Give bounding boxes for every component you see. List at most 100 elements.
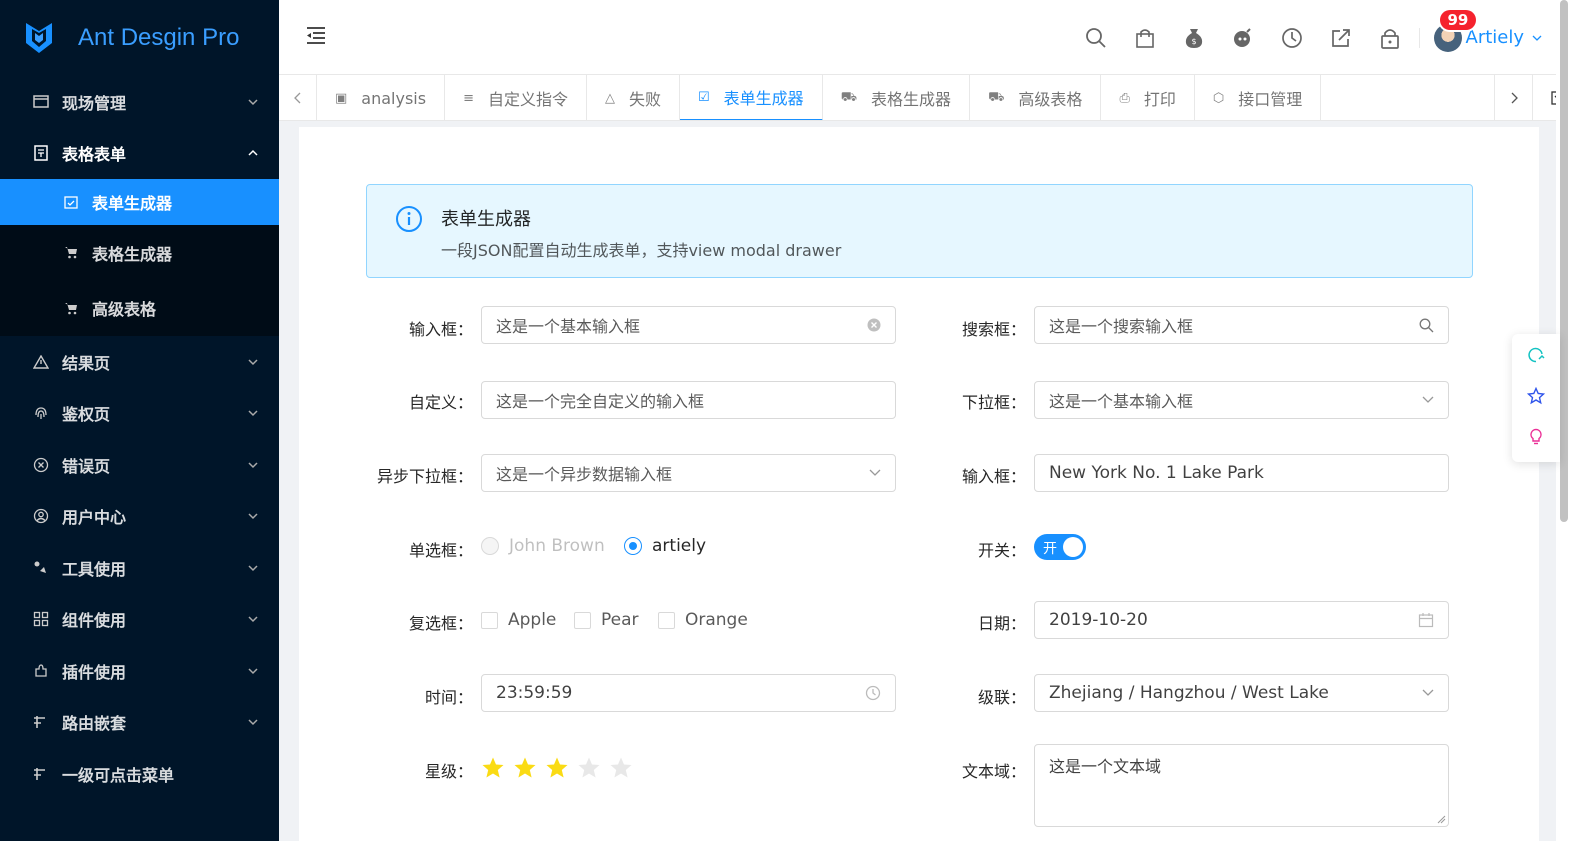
search-input[interactable]: 这是一个搜索输入框: [1034, 306, 1449, 344]
sidebar-item-first-level-menu[interactable]: 一级可点击菜单: [0, 748, 279, 800]
tab-form-builder[interactable]: ☑ 表单生成器: [680, 75, 823, 120]
tab-label: 失败: [629, 90, 662, 109]
checkbox-box: [574, 611, 591, 629]
logo[interactable]: Ant Desgin Pro: [0, 0, 279, 76]
tab-label: analysis: [361, 88, 427, 108]
sidebar-item-components[interactable]: 组件使用: [0, 594, 279, 646]
sidebar-subitem-label: 表格生成器: [92, 244, 173, 264]
tab-fail[interactable]: △ 失败: [587, 75, 681, 120]
chevron-down-icon: [1422, 396, 1434, 404]
sidebar-item-label: 鉴权页: [62, 405, 111, 425]
sidebar-item-tools[interactable]: 工具使用: [0, 542, 279, 594]
chevron-up-icon: [248, 150, 258, 156]
tab-label: 高级表格: [1018, 90, 1083, 109]
basic-select[interactable]: 这是一个基本输入框: [1034, 381, 1449, 419]
tab-scroll-right[interactable]: [1494, 75, 1532, 121]
star-icon-empty[interactable]: [609, 756, 633, 780]
user-name: Artiely: [1465, 27, 1525, 48]
date-picker[interactable]: 2019-10-20: [1034, 601, 1449, 639]
bomb-icon[interactable]: [1219, 0, 1268, 75]
tab-analysis[interactable]: ▣ analysis: [317, 75, 446, 120]
tab-api-management[interactable]: ⬡ 接口管理: [1195, 75, 1322, 120]
tab-label: 接口管理: [1238, 90, 1303, 109]
time-picker[interactable]: 23:59:59: [481, 674, 896, 712]
address-input[interactable]: New York No. 1 Lake Park: [1034, 454, 1449, 492]
toggle-switch[interactable]: 开: [1034, 534, 1086, 560]
checkbox-box: [481, 611, 498, 629]
tab-table-builder[interactable]: ⛟ 表格生成器: [823, 75, 971, 120]
sidebar-item-error[interactable]: 错误页: [0, 439, 279, 491]
sidebar-item-user-center[interactable]: 用户中心: [0, 491, 279, 543]
alert-description: 一段JSON配置自动生成表单，支持view modal drawer: [441, 241, 842, 260]
cascader-select[interactable]: Zhejiang / Hangzhou / West Lake: [1034, 674, 1449, 712]
chevron-down-icon: [1422, 689, 1434, 697]
sidebar-submenu: 表单生成器 表格生成器 高级表格: [0, 179, 279, 336]
export-icon[interactable]: [1317, 0, 1366, 75]
sidebar-item-table-builder[interactable]: 表格生成器: [0, 225, 279, 281]
async-select[interactable]: 这是一个异步数据输入框: [481, 454, 896, 492]
menu-fold-icon[interactable]: [305, 26, 327, 50]
header-divider: [1418, 27, 1420, 48]
sidebar-item-result[interactable]: 结果页: [0, 336, 279, 388]
printer-icon: ⎙: [1119, 90, 1130, 106]
resize-handle-icon[interactable]: [1437, 815, 1446, 824]
scrollbar-thumb[interactable]: [1560, 0, 1568, 522]
sidebar-item-advanced-table[interactable]: 高级表格: [0, 281, 279, 337]
checkbox-orange[interactable]: Orange: [658, 610, 748, 630]
sidebar-item-nested-routes[interactable]: 路由嵌套: [0, 697, 279, 749]
text-area[interactable]: 这是一个文本域: [1034, 744, 1449, 827]
custom-label: 自定义：: [408, 393, 473, 412]
tab-custom-directive[interactable]: ≡ 自定义指令: [445, 75, 587, 120]
sidebar-item-table-form[interactable]: 表格表单: [0, 128, 279, 180]
search-icon[interactable]: [1072, 0, 1121, 75]
sidebar-item-plugins[interactable]: 插件使用: [0, 645, 279, 697]
custom-value: 这是一个完全自定义的输入框: [496, 392, 705, 411]
basic-input[interactable]: 这是一个基本输入框: [481, 306, 896, 344]
radio-artiely[interactable]: artiely: [624, 536, 706, 556]
money-bag-icon[interactable]: $: [1170, 0, 1219, 75]
sidebar-item-auth[interactable]: 鉴权页: [0, 388, 279, 440]
checkbox-apple[interactable]: Apple: [481, 610, 556, 630]
input-label: 输入框：: [408, 320, 473, 339]
tab-print[interactable]: ⎙ 打印: [1101, 75, 1195, 120]
cascader-label: 级联：: [977, 688, 1026, 707]
bulb-icon[interactable]: [1512, 416, 1560, 457]
theme-icon[interactable]: [1512, 334, 1560, 375]
tabs-bar: ▣ analysis ≡ 自定义指令 △ 失败 ☑ 表单生成器 ⛟ 表格生成器 ⛟ 高级表格…: [279, 75, 1582, 121]
star-icon-filled[interactable]: [545, 756, 569, 780]
tab-advanced-table[interactable]: ⛟ 高级表格: [970, 75, 1102, 120]
clock-icon[interactable]: [1268, 0, 1317, 75]
api-icon: ⬡: [1212, 90, 1225, 106]
tab-scroll-left[interactable]: [279, 75, 317, 121]
radio-circle: [481, 537, 499, 555]
cascader-value: Zhejiang / Hangzhou / West Lake: [1049, 683, 1329, 703]
radio-john-brown[interactable]: John Brown: [481, 536, 605, 556]
sidebar-item-label: 组件使用: [62, 611, 127, 631]
custom-input[interactable]: 这是一个完全自定义的输入框: [481, 381, 896, 419]
star-icon-filled[interactable]: [481, 756, 505, 780]
chevron-left-icon: [293, 92, 300, 104]
star-icon-filled[interactable]: [513, 756, 537, 780]
async-select-value: 这是一个异步数据输入框: [496, 465, 673, 484]
star-icon[interactable]: [1512, 375, 1560, 416]
sidebar-item-form-builder[interactable]: 表单生成器: [0, 179, 279, 225]
tab-label: 自定义指令: [487, 90, 568, 109]
star-rating[interactable]: [481, 756, 641, 780]
chevron-down-icon: [248, 462, 258, 468]
cart-icon: ⛟: [988, 89, 1005, 105]
notification-badge: 99: [1439, 10, 1477, 30]
input2-label: 输入框：: [961, 467, 1026, 486]
sidebar-item-site-management[interactable]: 现场管理: [0, 76, 279, 128]
search-icon[interactable]: [1419, 318, 1434, 333]
star-icon-empty[interactable]: [577, 756, 601, 780]
tool-icon: [32, 559, 50, 577]
radio-option-label: artiely: [652, 536, 707, 556]
clear-icon[interactable]: [867, 318, 881, 332]
chevron-down-icon: [248, 719, 258, 726]
appstore-icon: [32, 610, 50, 628]
async-select-label: 异步下拉框：: [376, 467, 473, 486]
lock-icon[interactable]: [1366, 0, 1415, 75]
shopping-bag-icon[interactable]: [1121, 0, 1170, 75]
tab-label: 表单生成器: [723, 89, 804, 108]
checkbox-pear[interactable]: Pear: [574, 610, 639, 630]
